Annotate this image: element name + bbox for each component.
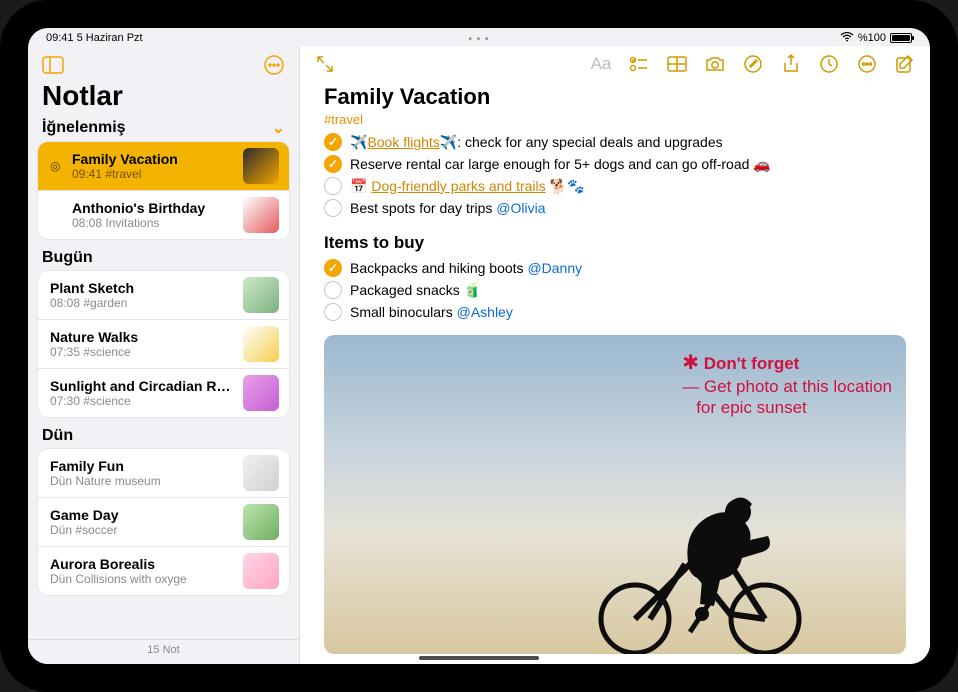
sidebar-toggle-icon[interactable] [40, 52, 66, 78]
note-group: ◎ Family Vacation 09:41 #travel Anthonio… [38, 142, 289, 239]
share-icon[interactable] [776, 50, 806, 78]
note-thumbnail [243, 326, 279, 362]
note-group: Family Fun Dün Nature museum Game Day Dü… [38, 449, 289, 595]
status-right: %100 [840, 32, 912, 45]
pin-icon: ◎ [50, 159, 64, 173]
markup-icon[interactable] [738, 50, 768, 78]
sidebar-toolbar [28, 46, 299, 78]
check-circle[interactable] [324, 177, 342, 195]
note-thumbnail [243, 375, 279, 411]
note-group: Plant Sketch 08:08 #garden Nature Walks … [38, 271, 289, 417]
screen: 09:41 5 Haziran Pzt • • • %100 [28, 28, 930, 664]
more-options-icon[interactable] [261, 52, 287, 78]
checklist-travel[interactable]: ✈️Book flights✈️: check for any special … [324, 131, 906, 219]
note-body[interactable]: Family Vacation #travel ✈️Book flights✈️… [300, 82, 930, 664]
note-title[interactable]: Family Vacation [324, 84, 906, 110]
check-item[interactable]: Packaged snacks 🧃 [324, 279, 906, 301]
status-bar: 09:41 5 Haziran Pzt • • • %100 [28, 28, 930, 46]
compose-icon[interactable] [890, 50, 920, 78]
note-row-text: Family Vacation 09:41 #travel [72, 151, 235, 181]
note-row-text: Aurora Borealis Dün Collisions with oxyg… [50, 556, 235, 586]
format-aa-icon[interactable]: Aa [586, 50, 616, 78]
table-icon[interactable] [662, 50, 692, 78]
note-row[interactable]: Family Fun Dün Nature museum [38, 449, 289, 497]
note-row-text: Game Day Dün #soccer [50, 507, 235, 537]
note-thumbnail [243, 504, 279, 540]
check-item[interactable]: ✈️Book flights✈️: check for any special … [324, 131, 906, 153]
check-item[interactable]: Reserve rental car large enough for 5+ d… [324, 153, 906, 175]
note-row[interactable]: Game Day Dün #soccer [38, 497, 289, 546]
check-text[interactable]: Best spots for day trips @Olivia [350, 200, 546, 216]
note-thumbnail [243, 553, 279, 589]
sidebar-title: Notlar [28, 78, 299, 118]
section-head[interactable]: Bugün [28, 249, 299, 269]
chevron-down-icon[interactable]: ⌄ [272, 118, 285, 138]
home-indicator[interactable] [419, 656, 539, 660]
content-toolbar: Aa [300, 46, 930, 82]
check-item[interactable]: Backpacks and hiking boots @Danny [324, 257, 906, 279]
mention[interactable]: @Ashley [457, 304, 513, 320]
cyclist-silhouette [580, 464, 820, 654]
handwriting-annotation: ✱ ✱ Don't forgetDon't forget — Get photo… [682, 351, 892, 419]
note-row[interactable]: Aurora Borealis Dün Collisions with oxyg… [38, 546, 289, 595]
note-subheading[interactable]: Items to buy [324, 233, 906, 253]
sidebar: Notlar İğnelenmiş⌄◎ Family Vacation 09:4… [28, 46, 300, 664]
note-row[interactable]: Sunlight and Circadian Rhy… 07:30 #scien… [38, 368, 289, 417]
note-row-text: Family Fun Dün Nature museum [50, 458, 235, 488]
note-link[interactable]: Dog-friendly parks and trails [371, 178, 545, 194]
star-glyph: ✱ [682, 352, 699, 374]
check-text[interactable]: ✈️Book flights✈️: check for any special … [350, 134, 723, 151]
note-row-text: Anthonio's Birthday 08:08 Invitations [72, 200, 235, 230]
checklist-icon[interactable] [624, 50, 654, 78]
note-thumbnail [243, 148, 279, 184]
check-circle[interactable] [324, 133, 342, 151]
check-text[interactable]: 📅 Dog-friendly parks and trails 🐕🐾 [350, 178, 584, 195]
expand-icon[interactable] [310, 50, 340, 78]
note-link[interactable]: Book flights [367, 134, 439, 150]
battery-icon [890, 33, 912, 43]
battery-pct: %100 [858, 32, 886, 44]
note-row-text: Sunlight and Circadian Rhy… 07:30 #scien… [50, 378, 235, 408]
note-thumbnail [243, 277, 279, 313]
note-row[interactable]: ◎ Family Vacation 09:41 #travel [38, 142, 289, 190]
note-thumbnail [243, 197, 279, 233]
check-text[interactable]: Reserve rental car large enough for 5+ d… [350, 156, 771, 173]
check-item[interactable]: Small binoculars @Ashley [324, 301, 906, 323]
ellipsis-circle-icon[interactable] [852, 50, 882, 78]
note-row[interactable]: Plant Sketch 08:08 #garden [38, 271, 289, 319]
check-item[interactable]: 📅 Dog-friendly parks and trails 🐕🐾 [324, 175, 906, 197]
note-thumbnail [243, 455, 279, 491]
check-circle[interactable] [324, 303, 342, 321]
section-head[interactable]: Dün [28, 427, 299, 447]
note-image[interactable]: ✱ ✱ Don't forgetDon't forget — Get photo… [324, 335, 906, 654]
check-circle[interactable] [324, 281, 342, 299]
check-item[interactable]: Best spots for day trips @Olivia [324, 197, 906, 219]
status-time-date: 09:41 5 Haziran Pzt [46, 32, 143, 44]
check-circle[interactable] [324, 155, 342, 173]
note-row-text: Nature Walks 07:35 #science [50, 329, 235, 359]
checklist-items[interactable]: Backpacks and hiking boots @Danny Package… [324, 257, 906, 323]
sidebar-footer: 15 Not [28, 639, 299, 664]
lock-icon[interactable] [814, 50, 844, 78]
app: Notlar İğnelenmiş⌄◎ Family Vacation 09:4… [28, 46, 930, 664]
wifi-icon [840, 32, 854, 45]
note-row[interactable]: Nature Walks 07:35 #science [38, 319, 289, 368]
note-row-text: Plant Sketch 08:08 #garden [50, 280, 235, 310]
check-circle[interactable] [324, 259, 342, 277]
mention[interactable]: @Olivia [496, 200, 545, 216]
multitask-dots-icon[interactable]: • • • [468, 34, 489, 45]
check-circle[interactable] [324, 199, 342, 217]
sidebar-list[interactable]: İğnelenmiş⌄◎ Family Vacation 09:41 #trav… [28, 118, 299, 639]
check-text[interactable]: Packaged snacks 🧃 [350, 282, 481, 299]
note-row[interactable]: Anthonio's Birthday 08:08 Invitations [38, 190, 289, 239]
section-head[interactable]: İğnelenmiş⌄ [28, 118, 299, 140]
check-text[interactable]: Small binoculars @Ashley [350, 304, 513, 320]
camera-icon[interactable] [700, 50, 730, 78]
ipad-frame: 09:41 5 Haziran Pzt • • • %100 [0, 0, 958, 692]
mention[interactable]: @Danny [527, 260, 582, 276]
note-content: Aa [300, 46, 930, 664]
note-tag[interactable]: #travel [324, 112, 906, 127]
check-text[interactable]: Backpacks and hiking boots @Danny [350, 260, 582, 276]
